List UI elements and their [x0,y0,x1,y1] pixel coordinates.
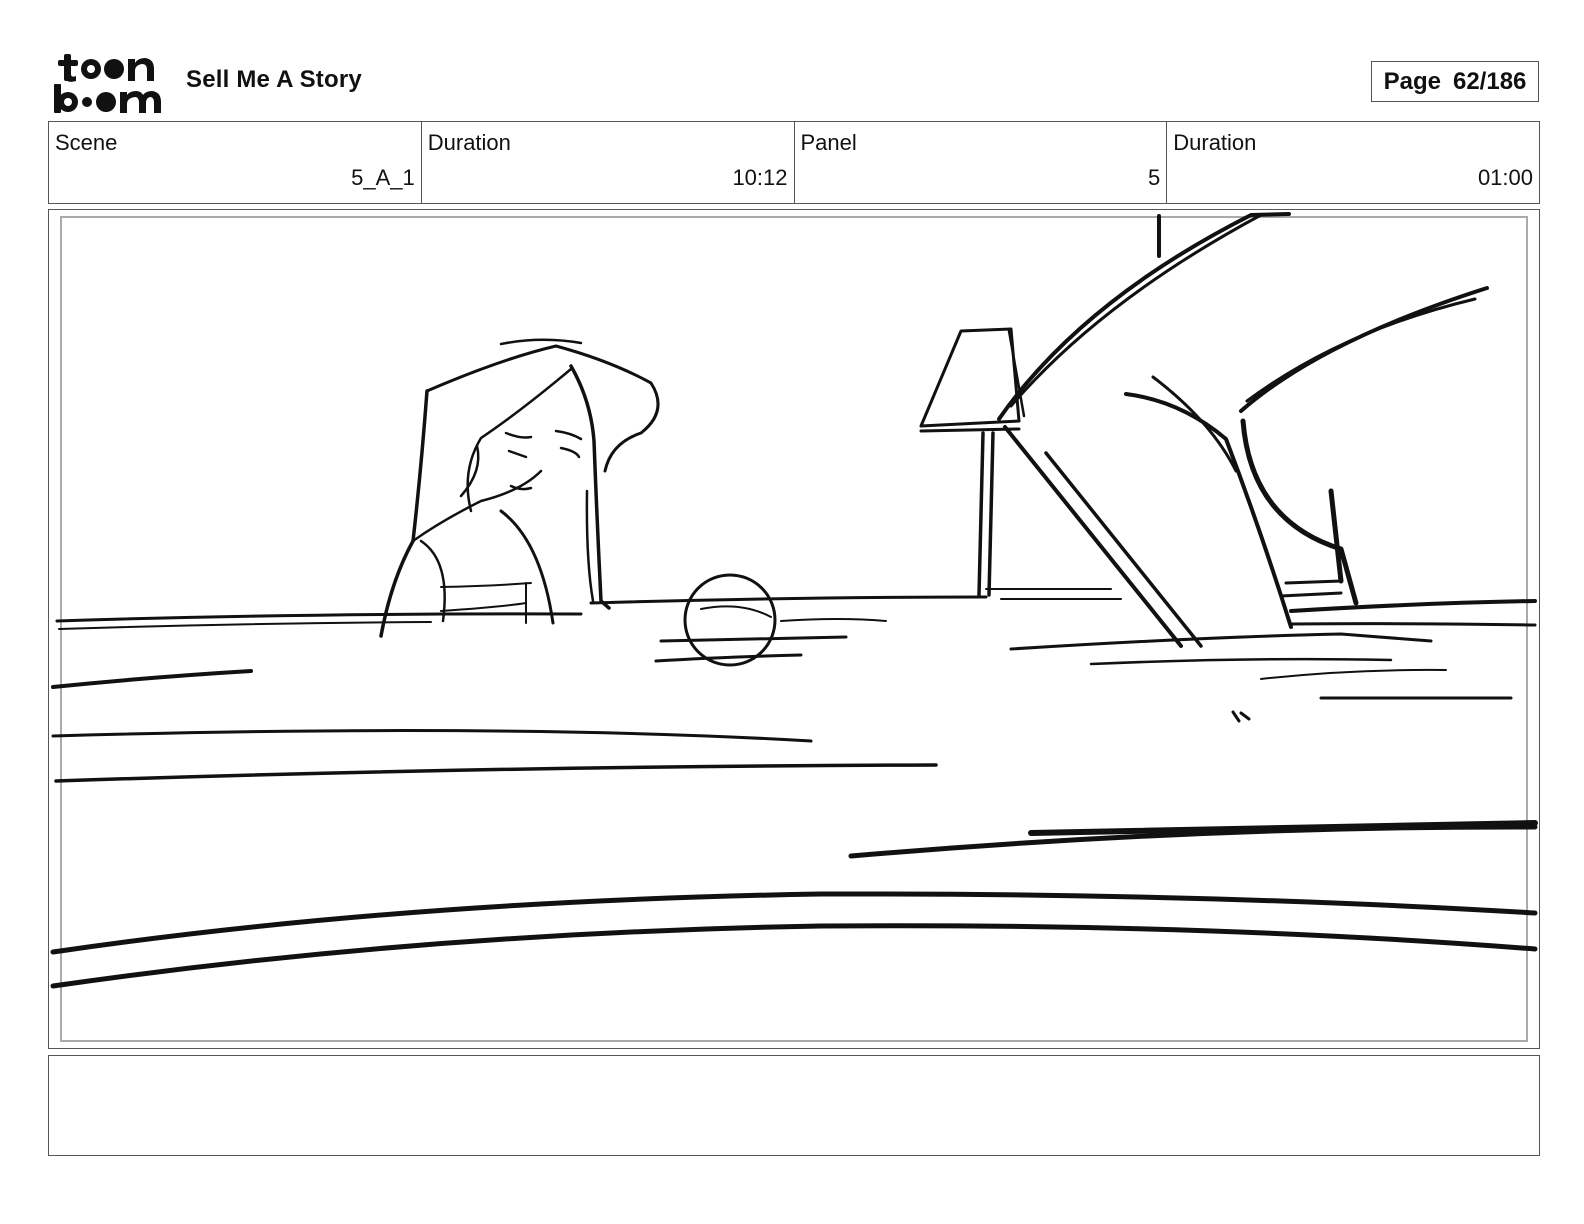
toon-boom-logo [50,48,164,114]
panel-notes-box [48,1055,1540,1156]
page-number: 62/186 [1452,67,1527,95]
panel-sketch [50,212,1538,1042]
chair-sketch [997,212,1489,648]
panel-duration-label: Duration [1173,130,1257,155]
lamp-sketch [919,327,1026,597]
scene-label: Scene [55,130,118,155]
project-title: Sell Me A Story [186,66,362,93]
safe-area-frame [60,216,1528,1042]
panel-duration-value: 01:00 [1477,165,1533,190]
panel-value: 5 [1148,165,1161,190]
scene-duration-cell: Duration 10:12 [420,122,794,203]
scene-cell: Scene 5_A_1 [49,122,421,203]
page-indicator: Page 62/186 [1371,61,1539,102]
scene-value: 5_A_1 [351,165,415,190]
panel-duration-cell: Duration 01:00 [1166,122,1539,203]
panel-label: Panel [800,130,857,155]
panel-info-table: Scene 5_A_1 Duration 10:12 Panel 5 Durat… [48,121,1540,204]
page-label: Page [1383,67,1441,95]
panel-cell: Panel 5 [793,122,1167,203]
storyboard-panel [48,209,1540,1049]
scene-duration-label: Duration [427,130,511,155]
ball-sketch [654,573,887,667]
table-edge-line [55,612,583,623]
girl-sketch [379,338,660,638]
scene-duration-value: 10:12 [732,165,788,190]
